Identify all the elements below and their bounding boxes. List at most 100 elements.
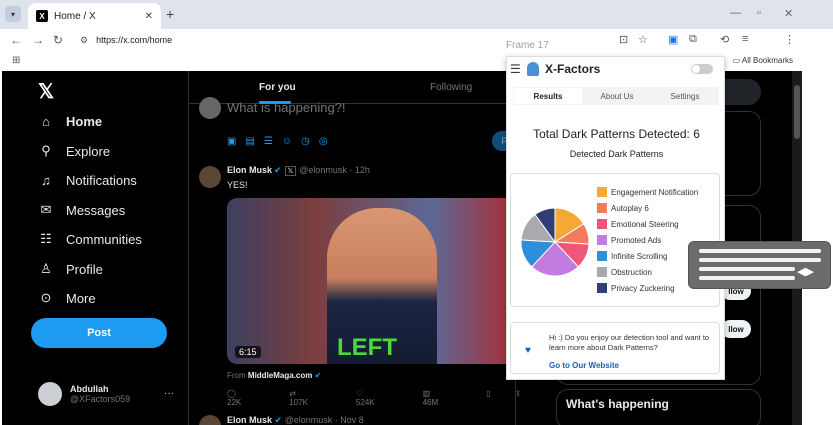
browser-toolbar: ← → ↻ ⚙ https://x.com/home ⊡ ☆ ▣ ⧉ ⟲ ≡ ⋮ bbox=[0, 29, 833, 51]
bell-icon: ♫ bbox=[41, 173, 51, 188]
verified-icon: ✔ bbox=[272, 415, 285, 425]
like-count: 524K bbox=[355, 398, 375, 407]
x-badge-icon: 𝕏 bbox=[284, 166, 297, 176]
x-factors-logo-icon bbox=[527, 62, 539, 76]
compose-avatar bbox=[199, 97, 221, 119]
tab-search-button[interactable]: ▾ bbox=[5, 6, 21, 22]
tweet-author[interactable]: Elon Musk bbox=[227, 165, 272, 175]
tab-results[interactable]: Results bbox=[514, 88, 582, 104]
promo-message-card: ♥ Hi :) Do you enjoy our detection tool … bbox=[510, 322, 720, 374]
hamburger-menu-icon[interactable]: ☰ bbox=[510, 62, 521, 76]
site-info-icon[interactable]: ⚙ bbox=[80, 35, 88, 46]
tweet-avatar[interactable] bbox=[199, 166, 221, 188]
tab-for-you[interactable]: For you bbox=[259, 82, 296, 93]
nav-explore[interactable]: ⚲ Explore bbox=[38, 143, 110, 159]
back-icon[interactable]: ← bbox=[10, 33, 22, 47]
home-icon: ⌂ bbox=[42, 114, 50, 129]
views-button[interactable]: ▥ 46M bbox=[423, 389, 463, 407]
close-tab-icon[interactable]: ✕ bbox=[145, 11, 153, 22]
tweet-handle-time: @elonmusk · Nov 8 bbox=[284, 415, 364, 425]
mail-icon: ✉ bbox=[40, 202, 52, 217]
tweet-avatar[interactable] bbox=[199, 415, 221, 425]
tweet-actions: ◯ 22K ⇄ 107K ♡ 524K ▥ 46M ▯ ⇪ bbox=[227, 389, 522, 407]
forward-icon[interactable]: → bbox=[32, 33, 44, 47]
home-feed: For you Following What is happening?! ▣ … bbox=[188, 71, 522, 425]
nav-profile[interactable]: ♙ Profile bbox=[38, 261, 103, 277]
emoji-icon[interactable]: ☺ bbox=[282, 136, 292, 147]
views-icon: ▥ bbox=[422, 389, 431, 398]
nav-notifications[interactable]: ♫ Notifications bbox=[38, 173, 137, 188]
all-bookmarks[interactable]: ▭ All Bookmarks bbox=[733, 56, 793, 65]
install-icon[interactable]: ⊡ bbox=[619, 33, 628, 46]
reply-button[interactable]: ◯ 22K bbox=[227, 389, 265, 407]
legend-swatch bbox=[597, 203, 607, 213]
total-detected: Total Dark Patterns Detected: 6 bbox=[533, 127, 700, 141]
legend-item: Emotional Steering bbox=[597, 216, 698, 232]
more-icon: ⊙ bbox=[40, 290, 52, 305]
reload-icon[interactable]: ↻ bbox=[53, 33, 63, 47]
scrollbar-thumb[interactable] bbox=[794, 85, 800, 139]
account-more-icon[interactable]: ··· bbox=[164, 388, 174, 399]
extension-active-icon[interactable]: ▣ bbox=[668, 33, 678, 46]
search-icon: ⚲ bbox=[41, 143, 51, 158]
tab-about-us[interactable]: About Us bbox=[583, 87, 651, 105]
account-switcher[interactable]: Abdullah @XFactors059 ··· bbox=[38, 382, 174, 406]
tweet-video[interactable]: LEFT 6:15 bbox=[227, 198, 519, 364]
tab-settings[interactable]: Settings bbox=[651, 87, 719, 105]
gif-icon[interactable]: ▤ bbox=[245, 136, 254, 147]
nav-more[interactable]: ⊙ More bbox=[38, 290, 96, 306]
legend-item: Promoted Ads bbox=[597, 232, 698, 248]
legend-swatch bbox=[597, 283, 607, 293]
location-icon[interactable]: ◎ bbox=[319, 136, 328, 147]
minimize-icon[interactable]: — bbox=[730, 7, 741, 19]
address-bar[interactable]: ⚙ https://x.com/home bbox=[74, 30, 672, 50]
legend-item: Engagement Notification bbox=[597, 184, 698, 200]
nav-communities[interactable]: ☷ Communities bbox=[38, 231, 142, 247]
nav-label: Messages bbox=[66, 202, 126, 218]
chart-legend: Engagement Notification Autoplay 6 Emotion… bbox=[597, 184, 698, 296]
menu-dots-icon[interactable]: ⋮ bbox=[784, 33, 795, 46]
sync-icon[interactable]: ⟲ bbox=[720, 33, 729, 46]
website-link[interactable]: Go to Our Website bbox=[549, 361, 619, 370]
video-duration: 6:15 bbox=[235, 346, 261, 358]
share-icon[interactable]: ⇪ bbox=[515, 389, 522, 407]
tweet-header: Elon Musk ✔ 𝕏 @elonmusk · 12h bbox=[227, 165, 370, 176]
x-logo-icon[interactable]: 𝕏 bbox=[38, 79, 54, 104]
bubble-line bbox=[699, 267, 795, 271]
post-button[interactable]: Post bbox=[31, 318, 167, 348]
whats-happening-heading: What's happening bbox=[566, 397, 669, 411]
like-button[interactable]: ♡ 524K bbox=[356, 389, 399, 407]
compose-input[interactable]: What is happening?! bbox=[227, 100, 346, 115]
enable-toggle[interactable] bbox=[691, 64, 713, 74]
puzzle-icon[interactable]: ⧉ bbox=[689, 33, 697, 46]
apps-grid-icon[interactable]: ⊞ bbox=[12, 55, 20, 66]
bubble-line bbox=[699, 276, 795, 280]
repost-count: 107K bbox=[289, 398, 308, 407]
media-icon[interactable]: ≡ bbox=[742, 33, 748, 45]
source-link[interactable]: MiddleMaga.com bbox=[248, 371, 312, 380]
tab-following[interactable]: Following bbox=[430, 82, 472, 93]
bookmark-icon[interactable]: ▯ bbox=[486, 389, 490, 407]
reply-count: 22K bbox=[227, 398, 242, 407]
schedule-icon[interactable]: ◷ bbox=[301, 136, 310, 147]
person-icon: ♙ bbox=[40, 261, 52, 276]
restore-icon[interactable]: ▫ bbox=[757, 7, 761, 19]
close-window-icon[interactable]: ✕ bbox=[784, 7, 793, 20]
heart-icon: ♡ bbox=[355, 389, 364, 398]
repost-button[interactable]: ⇄ 107K bbox=[289, 389, 332, 407]
image-icon[interactable]: ▣ bbox=[227, 136, 236, 147]
tweet-author[interactable]: Elon Musk bbox=[227, 415, 272, 425]
legend-swatch bbox=[597, 235, 607, 245]
poll-icon[interactable]: ☰ bbox=[264, 136, 273, 147]
star-icon[interactable]: ☆ bbox=[638, 33, 648, 46]
browser-tab[interactable]: X Home / X ✕ bbox=[28, 3, 161, 29]
legend-swatch bbox=[597, 267, 607, 277]
legend-swatch bbox=[597, 187, 607, 197]
nav-home[interactable]: ⌂ Home bbox=[38, 114, 102, 129]
new-tab-icon[interactable]: + bbox=[166, 6, 174, 22]
tab-title: Home / X bbox=[54, 10, 96, 22]
nav-label: Home bbox=[66, 114, 103, 129]
follow-button[interactable]: llow bbox=[721, 320, 751, 338]
repost-icon: ⇄ bbox=[289, 389, 296, 398]
nav-messages[interactable]: ✉ Messages bbox=[38, 202, 126, 218]
